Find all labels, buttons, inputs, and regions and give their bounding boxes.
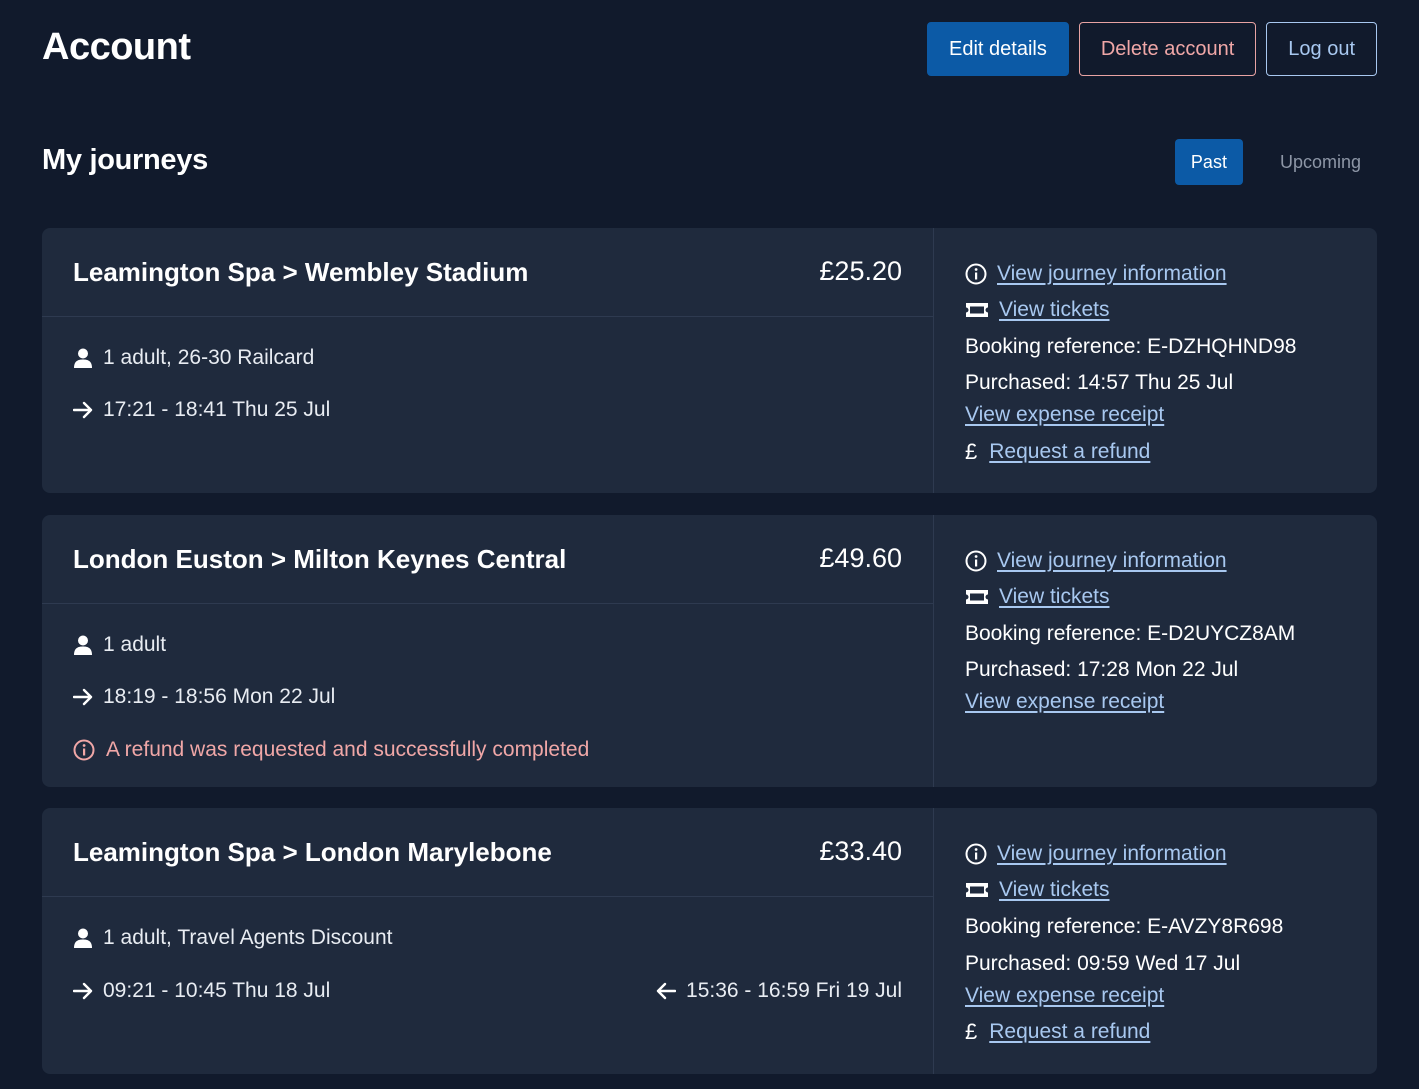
journey-route: Leamington Spa > London Marylebone	[73, 837, 552, 867]
view-journey-info-label[interactable]: View journey information	[997, 842, 1227, 866]
info-icon	[965, 550, 987, 572]
return-row: 15:36 - 16:59 Fri 19 Jul	[656, 979, 902, 1003]
request-refund-label[interactable]: Request a refund	[989, 440, 1150, 464]
outbound-row: 09:21 - 10:45 Thu 18 Jul	[73, 979, 330, 1003]
info-icon	[73, 739, 95, 761]
person-icon	[73, 348, 93, 368]
journey-tabs: Past Upcoming	[1174, 139, 1377, 185]
arrow-right-icon	[73, 688, 93, 706]
tab-past[interactable]: Past	[1174, 139, 1243, 185]
ticket-icon	[965, 301, 989, 319]
request-refund-label[interactable]: Request a refund	[989, 1020, 1150, 1044]
journey-route: London Euston > Milton Keynes Central	[73, 544, 567, 574]
log-out-button[interactable]: Log out	[1266, 22, 1377, 76]
passengers-row: 1 adult	[73, 633, 166, 657]
booking-reference: Booking reference: E-DZHQHND98	[965, 335, 1297, 358]
view-tickets-label[interactable]: View tickets	[999, 585, 1110, 609]
booking-reference: Booking reference: E-AVZY8R698	[965, 915, 1284, 938]
account-page: Account Edit details Delete account Log …	[42, 0, 1377, 1074]
person-icon	[73, 635, 93, 655]
pound-icon: £	[965, 1019, 978, 1044]
ticket-icon	[965, 588, 989, 606]
journey-card-header: London Euston > Milton Keynes Central £4…	[42, 515, 933, 604]
tab-upcoming[interactable]: Upcoming	[1264, 139, 1377, 185]
view-expense-receipt-label[interactable]: View expense receipt	[965, 403, 1164, 427]
ticket-icon	[965, 881, 989, 899]
request-refund-link[interactable]: £ Request a refund	[965, 1019, 1150, 1045]
view-tickets-label[interactable]: View tickets	[999, 298, 1110, 322]
journey-actions: View journey information View tickets Bo…	[934, 515, 1377, 787]
view-journey-info-link[interactable]: View journey information	[965, 842, 1227, 866]
arrow-left-icon	[656, 982, 677, 1000]
journey-summary: Leamington Spa > London Marylebone £33.4…	[42, 808, 934, 1074]
journey-summary: Leamington Spa > Wembley Stadium £25.20 …	[42, 228, 934, 493]
view-expense-receipt-link[interactable]: View expense receipt	[965, 984, 1164, 1008]
refund-status-text: A refund was requested and successfully …	[106, 738, 590, 761]
view-journey-info-link[interactable]: View journey information	[965, 262, 1227, 286]
view-expense-receipt-link[interactable]: View expense receipt	[965, 690, 1164, 714]
passengers-row: 1 adult, 26-30 Railcard	[73, 346, 314, 370]
refund-status: A refund was requested and successfully …	[73, 738, 589, 762]
view-expense-receipt-label[interactable]: View expense receipt	[965, 984, 1164, 1008]
return-time: 15:36 - 16:59 Fri 19 Jul	[686, 979, 902, 1002]
outbound-time: 17:21 - 18:41 Thu 25 Jul	[103, 398, 331, 421]
view-journey-info-link[interactable]: View journey information	[965, 549, 1227, 573]
page-header: Account Edit details Delete account Log …	[42, 0, 1377, 108]
journey-price: £49.60	[819, 543, 902, 573]
journey-card: Leamington Spa > London Marylebone £33.4…	[42, 808, 1377, 1074]
outbound-row: 17:21 - 18:41 Thu 25 Jul	[73, 398, 330, 422]
passengers-text: 1 adult, Travel Agents Discount	[103, 926, 393, 949]
journey-card-header: Leamington Spa > London Marylebone £33.4…	[42, 808, 933, 897]
view-journey-info-label[interactable]: View journey information	[997, 549, 1227, 573]
journey-card-header: Leamington Spa > Wembley Stadium £25.20	[42, 228, 933, 317]
passengers-row: 1 adult, Travel Agents Discount	[73, 926, 393, 950]
view-tickets-link[interactable]: View tickets	[965, 585, 1110, 609]
journey-card: London Euston > Milton Keynes Central £4…	[42, 515, 1377, 787]
pound-icon: £	[965, 439, 978, 464]
journey-route: Leamington Spa > Wembley Stadium	[73, 257, 529, 287]
purchase-date: Purchased: 09:59 Wed 17 Jul	[965, 952, 1241, 975]
page-title: Account	[42, 26, 191, 68]
journey-actions: View journey information View tickets Bo…	[934, 808, 1377, 1074]
info-icon	[965, 843, 987, 865]
arrow-right-icon	[73, 401, 93, 419]
journey-actions: View journey information View tickets Bo…	[934, 228, 1377, 493]
passengers-text: 1 adult, 26-30 Railcard	[103, 346, 315, 369]
request-refund-link[interactable]: £ Request a refund	[965, 439, 1150, 465]
purchase-date: Purchased: 14:57 Thu 25 Jul	[965, 371, 1234, 394]
journey-price: £33.40	[819, 836, 902, 866]
purchase-date: Purchased: 17:28 Mon 22 Jul	[965, 658, 1239, 681]
journey-summary: London Euston > Milton Keynes Central £4…	[42, 515, 934, 787]
person-icon	[73, 928, 93, 948]
outbound-time: 18:19 - 18:56 Mon 22 Jul	[103, 685, 336, 708]
outbound-row: 18:19 - 18:56 Mon 22 Jul	[73, 685, 335, 709]
header-actions: Edit details Delete account Log out	[927, 22, 1377, 76]
edit-details-button[interactable]: Edit details	[927, 22, 1069, 76]
outbound-time: 09:21 - 10:45 Thu 18 Jul	[103, 979, 331, 1002]
journey-price: £25.20	[819, 256, 902, 286]
section-title: My journeys	[42, 144, 208, 176]
view-tickets-link[interactable]: View tickets	[965, 298, 1110, 322]
view-tickets-label[interactable]: View tickets	[999, 878, 1110, 902]
journey-card: Leamington Spa > Wembley Stadium £25.20 …	[42, 228, 1377, 493]
journeys-header: My journeys Past Upcoming	[42, 108, 1377, 228]
view-tickets-link[interactable]: View tickets	[965, 878, 1110, 902]
view-expense-receipt-link[interactable]: View expense receipt	[965, 403, 1164, 427]
delete-account-button[interactable]: Delete account	[1078, 22, 1257, 76]
info-icon	[965, 263, 987, 285]
passengers-text: 1 adult	[103, 633, 167, 656]
view-expense-receipt-label[interactable]: View expense receipt	[965, 690, 1164, 714]
booking-reference: Booking reference: E-D2UYCZ8AM	[965, 622, 1296, 645]
view-journey-info-label[interactable]: View journey information	[997, 262, 1227, 286]
arrow-right-icon	[73, 982, 93, 1000]
